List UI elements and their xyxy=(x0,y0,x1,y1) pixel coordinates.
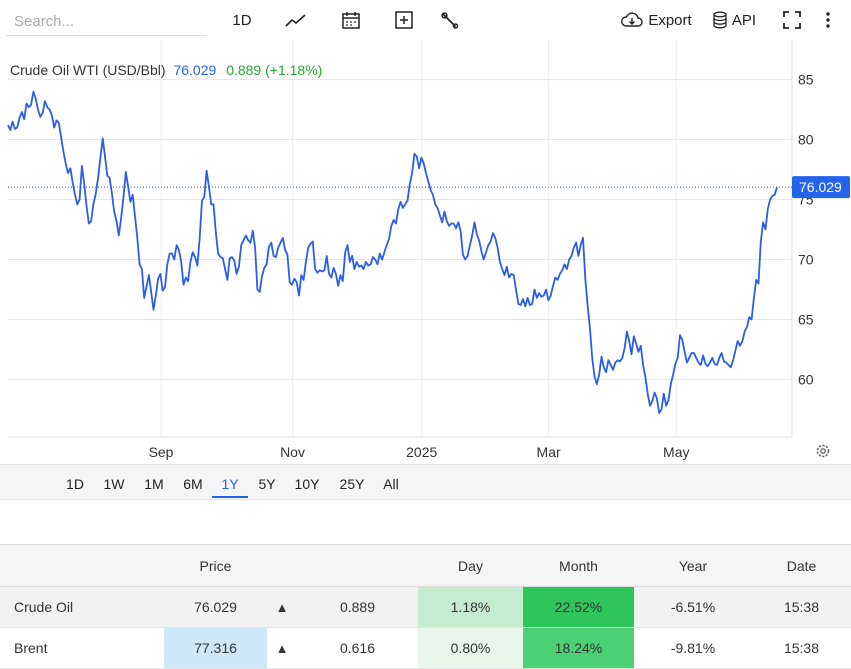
last-price-tag: 76.029 xyxy=(792,176,850,199)
api-label: API xyxy=(731,11,757,29)
row-month: 18.24% xyxy=(523,627,634,669)
y-tick-label: 80 xyxy=(798,132,814,148)
wrench-icon xyxy=(441,12,459,29)
up-arrow-icon: ▲ xyxy=(267,586,297,628)
table-row-crude-oil[interactable]: Crude Oil 76.029 ▲ 0.889 1.18% 22.52% -6… xyxy=(0,586,851,628)
up-arrow-icon: ▲ xyxy=(267,627,297,669)
x-tick-label: 2025 xyxy=(406,444,437,460)
range-selector: 1D 1W 1M 6M 1Y 5Y 10Y 25Y All xyxy=(0,464,851,500)
interval-label: 1D xyxy=(232,11,252,29)
range-25y[interactable]: 25Y xyxy=(332,465,372,498)
row-year: -6.51% xyxy=(634,586,752,628)
last-price-label: 76.029 xyxy=(799,179,842,195)
chart-legend: Crude Oil WTI (USD/Bbl) 76.029 0.889 (+1… xyxy=(10,62,322,78)
quotes-table: Price Day Month Year Date Crude Oil 76.0… xyxy=(0,544,851,669)
header-price: Price xyxy=(164,544,267,587)
row-day: 1.18% xyxy=(418,586,523,628)
header-year: Year xyxy=(634,544,752,587)
row-change: 0.889 xyxy=(297,586,418,628)
calendar-button[interactable] xyxy=(338,0,364,40)
row-date: 15:38 xyxy=(752,627,851,669)
database-icon xyxy=(713,11,727,29)
x-tick-label: May xyxy=(663,444,689,460)
interval-button[interactable]: 1D xyxy=(224,0,260,40)
y-tick-label: 65 xyxy=(798,311,814,327)
range-10y[interactable]: 10Y xyxy=(288,465,326,498)
range-1w[interactable]: 1W xyxy=(96,465,132,498)
y-tick-label: 70 xyxy=(798,251,814,267)
table-header-row: Price Day Month Year Date xyxy=(0,544,851,587)
settings-tools-button[interactable] xyxy=(437,0,463,40)
range-6m[interactable]: 6M xyxy=(175,465,211,498)
cloud-download-icon xyxy=(621,12,643,27)
api-button[interactable]: API xyxy=(708,0,760,40)
legend-price: 76.029 xyxy=(173,62,217,78)
row-date: 15:38 xyxy=(752,586,851,628)
chart-grid xyxy=(8,40,793,438)
header-name xyxy=(0,544,164,587)
chart-type-button[interactable] xyxy=(282,0,310,40)
y-axis: 606570758085 xyxy=(798,72,814,388)
row-name[interactable]: Crude Oil xyxy=(0,586,164,628)
range-all[interactable]: All xyxy=(374,465,408,498)
row-change: 0.616 xyxy=(297,627,418,669)
x-tick-label: Mar xyxy=(537,444,561,460)
more-menu-button[interactable] xyxy=(818,0,838,40)
chart-settings-button[interactable] xyxy=(816,444,830,458)
legend-name: Crude Oil WTI (USD/Bbl) xyxy=(10,62,166,78)
export-button[interactable]: Export xyxy=(618,0,694,40)
header-date: Date xyxy=(752,544,851,587)
range-1y[interactable]: 1Y xyxy=(212,465,248,498)
fullscreen-button[interactable] xyxy=(779,0,805,40)
row-price: 77.316 xyxy=(164,627,267,669)
y-tick-label: 85 xyxy=(798,72,814,88)
x-tick-label: Sep xyxy=(149,444,174,460)
x-axis: Sep Nov 2025 Mar May xyxy=(149,444,690,460)
legend-change: 0.889 (+1.18%) xyxy=(226,62,323,78)
header-day: Day xyxy=(418,544,523,587)
toolbar: 1D Export API xyxy=(0,0,851,40)
add-indicator-button[interactable] xyxy=(391,0,417,40)
header-change xyxy=(297,544,418,587)
y-tick-label: 60 xyxy=(798,371,814,387)
row-year: -9.81% xyxy=(634,627,752,669)
search-input[interactable] xyxy=(6,8,206,36)
row-name[interactable]: Brent xyxy=(0,627,164,669)
row-month: 22.52% xyxy=(523,586,634,628)
header-month: Month xyxy=(523,544,634,587)
line-chart-icon xyxy=(285,14,306,27)
plus-square-icon xyxy=(395,11,413,29)
range-1m[interactable]: 1M xyxy=(136,465,172,498)
price-chart[interactable]: Sep Nov 2025 Mar May 606570758085 76.029 xyxy=(0,40,851,464)
calendar-icon xyxy=(342,12,360,29)
row-price: 76.029 xyxy=(164,586,267,628)
header-arrow xyxy=(267,544,297,587)
range-5y[interactable]: 5Y xyxy=(250,465,284,498)
fullscreen-icon xyxy=(783,11,801,29)
x-tick-label: Nov xyxy=(280,444,305,460)
range-1d[interactable]: 1D xyxy=(58,465,92,498)
gear-icon xyxy=(816,444,830,458)
table-row-brent[interactable]: Brent 77.316 ▲ 0.616 0.80% 18.24% -9.81%… xyxy=(0,627,851,669)
export-label: Export xyxy=(648,11,692,29)
vertical-dots-icon xyxy=(826,12,830,28)
row-day: 0.80% xyxy=(418,627,523,669)
